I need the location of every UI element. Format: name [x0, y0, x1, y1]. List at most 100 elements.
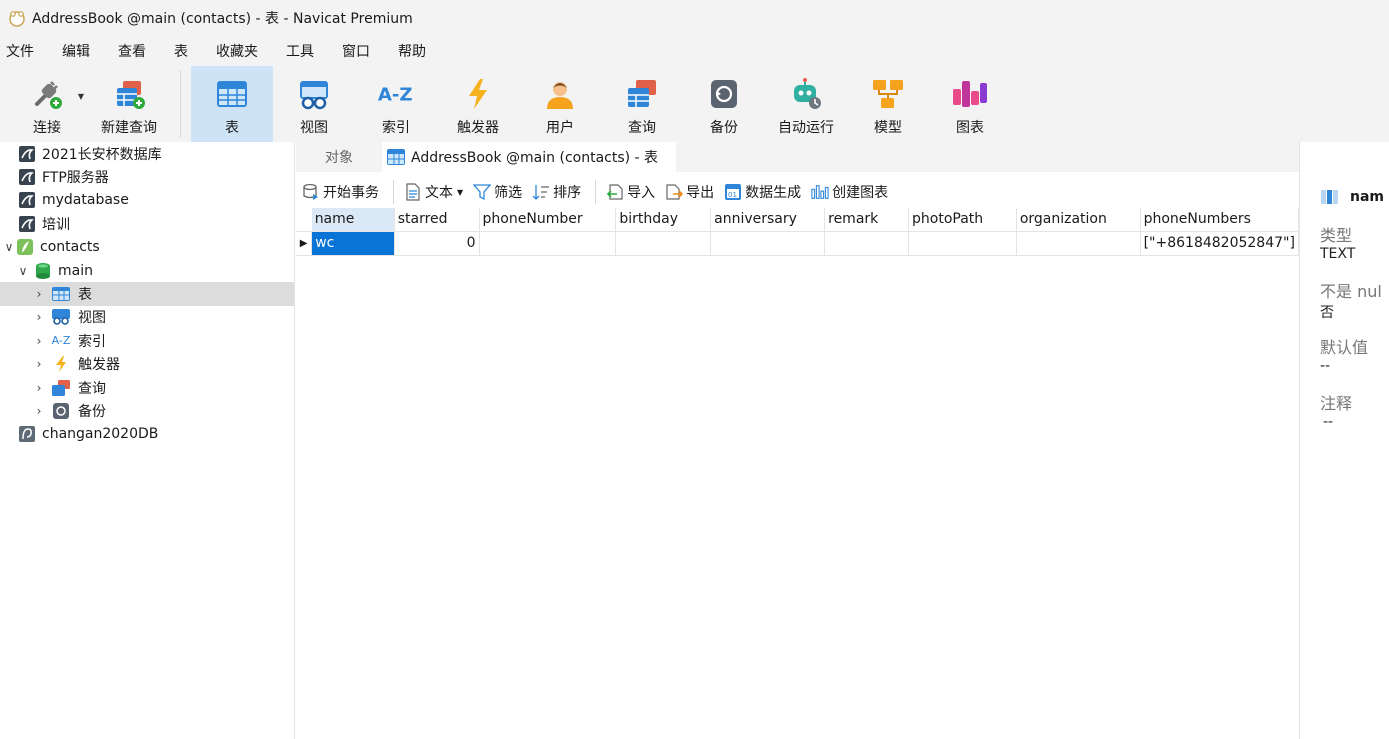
- begin-transaction-label: 开始事务: [323, 185, 379, 201]
- backup-button[interactable]: 备份: [683, 66, 765, 142]
- column-header-phonenumbers[interactable]: phoneNumbers: [1140, 208, 1299, 232]
- query-button[interactable]: 查询: [601, 66, 683, 142]
- chevron-down-icon[interactable]: ▼: [78, 92, 84, 101]
- default-value: --: [1320, 358, 1331, 374]
- svg-text:01: 01: [728, 191, 737, 199]
- trigger-label: 触发器: [457, 120, 499, 136]
- backup-label: 备份: [710, 120, 738, 136]
- table-button[interactable]: 表: [191, 66, 273, 142]
- tree-item-indexes[interactable]: › A-Z 索引: [0, 329, 294, 352]
- chevron-right-icon[interactable]: ›: [32, 381, 46, 395]
- model-button[interactable]: 模型: [847, 66, 929, 142]
- chevron-right-icon[interactable]: ›: [32, 334, 46, 348]
- tab-addressbook[interactable]: AddressBook @main (contacts) - 表: [382, 142, 677, 172]
- column-header-photopath[interactable]: photoPath: [908, 208, 1017, 232]
- table-cell[interactable]: [479, 231, 617, 256]
- menu-favorites[interactable]: 收藏夹: [208, 41, 266, 61]
- table-row[interactable]: ▶ wc 0 ["+8618482052847"]: [296, 231, 1299, 256]
- menu-edit[interactable]: 编辑: [54, 41, 98, 61]
- import-icon: [606, 183, 624, 201]
- tree-item-contacts[interactable]: ∨ contacts: [0, 236, 294, 259]
- menu-help[interactable]: 帮助: [390, 41, 434, 61]
- comment-value: --: [1323, 414, 1334, 430]
- new-query-button[interactable]: 新建查询: [88, 66, 170, 142]
- tree-item-connection[interactable]: mydatabase: [0, 189, 294, 212]
- index-button[interactable]: A-Z 索引: [355, 66, 437, 142]
- tree-item-connection[interactable]: FTP服务器: [0, 165, 294, 188]
- menu-view[interactable]: 查看: [110, 41, 154, 61]
- export-label: 导出: [686, 185, 715, 201]
- not-null-label: 不是 nul: [1320, 282, 1382, 301]
- trigger-button[interactable]: 触发器: [437, 66, 519, 142]
- toolbar-divider: [180, 70, 181, 138]
- tree-item-backups[interactable]: › 备份: [0, 399, 294, 422]
- toolbar-divider: [393, 180, 394, 204]
- query-icon: [622, 74, 662, 114]
- tree-item-views[interactable]: › 视图: [0, 306, 294, 329]
- table-cell[interactable]: wc: [311, 231, 395, 256]
- menu-bar: 文件 编辑 查看 表 收藏夹 工具 窗口 帮助: [0, 36, 1389, 66]
- tree-item-connection[interactable]: changan2020DB: [0, 423, 294, 446]
- export-button[interactable]: 导出: [665, 182, 714, 202]
- automation-button[interactable]: 自动运行: [765, 66, 847, 142]
- tree-item-connection[interactable]: 2021长安杯数据库: [0, 142, 294, 165]
- column-header-starred[interactable]: starred: [394, 208, 480, 232]
- column-header-phonenumber[interactable]: phoneNumber: [479, 208, 617, 232]
- table-cell[interactable]: [710, 231, 826, 256]
- chevron-down-icon[interactable]: ∨: [2, 240, 16, 254]
- text-button[interactable]: 文本 ▼: [404, 182, 463, 202]
- begin-transaction-button[interactable]: 开始事务: [302, 182, 379, 202]
- connect-button[interactable]: 连接 ▼: [6, 66, 88, 142]
- import-label: 导入: [627, 185, 656, 201]
- menu-table[interactable]: 表: [166, 41, 196, 61]
- table-icon: [387, 149, 405, 165]
- create-chart-button[interactable]: 创建图表: [811, 182, 888, 202]
- tree-item-queries[interactable]: › 查询: [0, 376, 294, 399]
- menu-window[interactable]: 窗口: [334, 41, 378, 61]
- user-label: 用户: [546, 120, 574, 136]
- automation-label: 自动运行: [778, 120, 834, 136]
- column-header-remark[interactable]: remark: [824, 208, 910, 232]
- table-cell[interactable]: [908, 231, 1017, 256]
- trigger-icon: [458, 74, 498, 114]
- user-button[interactable]: 用户: [519, 66, 601, 142]
- tree-item-label: 视图: [78, 310, 106, 327]
- filter-button[interactable]: 筛选: [473, 182, 522, 202]
- chevron-right-icon[interactable]: ›: [32, 357, 46, 371]
- table-cell[interactable]: [615, 231, 712, 256]
- menu-tools[interactable]: 工具: [278, 41, 322, 61]
- table-cell[interactable]: ["+8618482052847"]: [1140, 231, 1299, 256]
- chart-button[interactable]: 图表: [929, 66, 1011, 142]
- chevron-right-icon[interactable]: ›: [32, 287, 46, 301]
- chevron-down-icon[interactable]: ∨: [16, 264, 30, 278]
- tree-item-main[interactable]: ∨ main: [0, 259, 294, 282]
- column-header-name[interactable]: name: [311, 208, 395, 232]
- data-grid[interactable]: name starred phoneNumber birthday annive…: [296, 208, 1299, 739]
- sort-button[interactable]: 排序: [532, 182, 581, 202]
- generate-data-button[interactable]: 01 数据生成: [724, 182, 801, 202]
- column-header-organization[interactable]: organization: [1016, 208, 1141, 232]
- menu-file[interactable]: 文件: [0, 41, 42, 61]
- chevron-down-icon[interactable]: ▼: [457, 188, 463, 197]
- table-cell[interactable]: [1016, 231, 1141, 256]
- view-button[interactable]: 视图: [273, 66, 355, 142]
- column-header-birthday[interactable]: birthday: [615, 208, 712, 232]
- tree-item-label: 培训: [42, 216, 70, 233]
- column-header-anniversary[interactable]: anniversary: [710, 208, 826, 232]
- table-cell[interactable]: [824, 231, 910, 256]
- tab-objects[interactable]: 对象: [296, 142, 382, 172]
- chevron-right-icon[interactable]: ›: [32, 310, 46, 324]
- type-label: 类型: [1320, 226, 1353, 245]
- tree-item-tables[interactable]: › 表: [0, 282, 294, 306]
- toolbar-divider: [595, 180, 597, 204]
- import-button[interactable]: 导入: [606, 182, 655, 202]
- table-cell[interactable]: 0: [394, 231, 480, 256]
- tree-item-connection[interactable]: 培训: [0, 212, 294, 235]
- table-label: 表: [225, 120, 239, 136]
- chevron-right-icon[interactable]: ›: [32, 404, 46, 418]
- tree-item-triggers[interactable]: › 触发器: [0, 353, 294, 376]
- trigger-icon: [50, 355, 72, 373]
- chart-label: 图表: [956, 120, 984, 136]
- tree-item-label: main: [58, 262, 93, 279]
- database-icon: [34, 262, 52, 280]
